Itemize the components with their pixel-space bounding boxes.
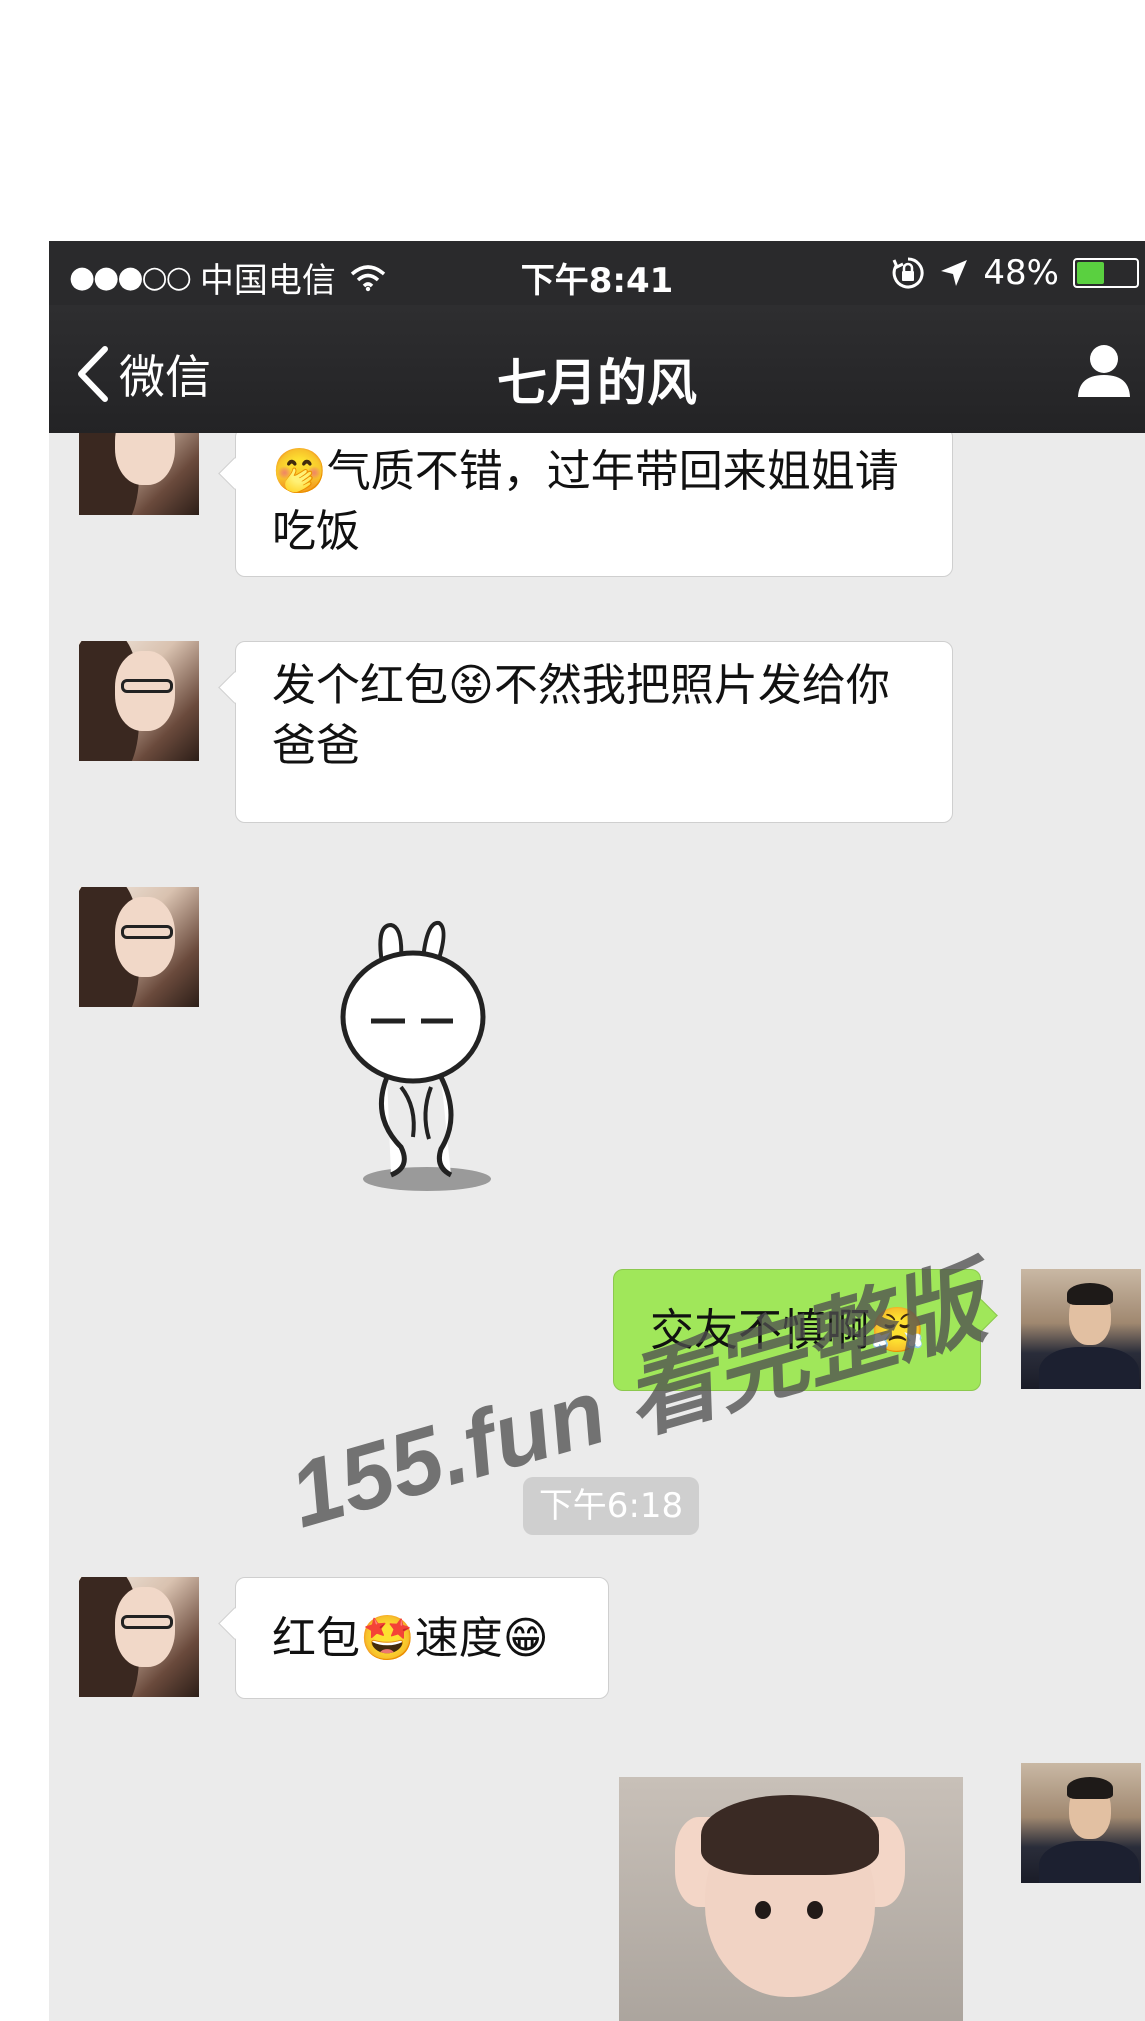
battery-percent: 48%	[983, 253, 1059, 293]
contact-avatar[interactable]	[79, 641, 199, 761]
chat-title: 七月的风	[497, 354, 697, 412]
message-bubble-received[interactable]: 发个红包😝不然我把照片发给你爸爸	[235, 641, 953, 823]
person-icon[interactable]	[1075, 341, 1133, 399]
contact-avatar[interactable]	[79, 887, 199, 1007]
message-bubble-received[interactable]: 红包🤩速度😁	[235, 1577, 609, 1699]
message-bubble-received[interactable]: 🤭气质不错，过年带回来姐姐请吃饭	[235, 433, 953, 577]
baby-photo[interactable]	[619, 1777, 963, 2021]
time-separator: 下午6:18	[523, 1477, 699, 1535]
battery-icon	[1073, 258, 1139, 288]
message-text: 红包🤩速度😁	[272, 1613, 549, 1664]
message-text: 🤭气质不错，过年带回来姐姐请吃饭	[272, 446, 899, 557]
chat-screen: ●●●○○ 中国电信 下午8:41 48% 微信 七月的风 🤭气质不错，过年带回…	[49, 241, 1145, 2021]
battery-level-fill	[1077, 262, 1105, 284]
my-avatar[interactable]	[1021, 1763, 1141, 1883]
nav-bar: 微信 七月的风	[49, 305, 1145, 433]
location-arrow-icon	[941, 260, 968, 286]
contact-avatar[interactable]	[79, 1577, 199, 1697]
rotation-lock-icon	[893, 257, 925, 289]
status-bar: ●●●○○ 中国电信 下午8:41 48%	[49, 241, 1145, 305]
message-text: 发个红包😝不然我把照片发给你爸爸	[272, 660, 890, 771]
rabbit-sticker[interactable]	[331, 917, 521, 1197]
my-avatar[interactable]	[1021, 1269, 1141, 1389]
